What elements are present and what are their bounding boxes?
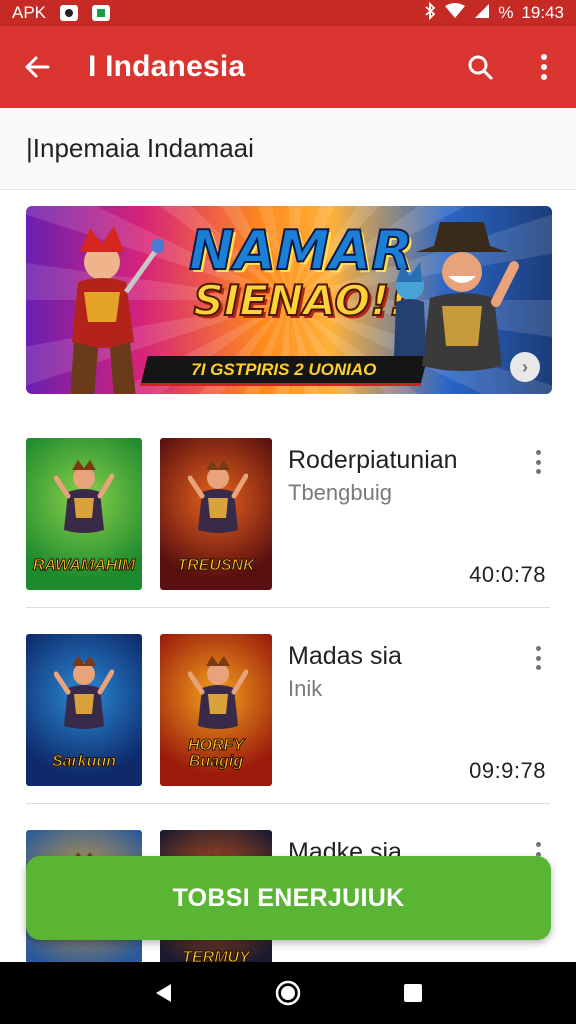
nav-home-icon	[275, 980, 301, 1006]
wifi-icon	[444, 2, 466, 24]
thumbnail-caption: TREUSNK	[177, 557, 255, 574]
search-icon	[468, 55, 493, 80]
banner-hero-right	[394, 222, 519, 371]
more-vert-icon	[541, 54, 547, 80]
banner-headline-1: NAMAR	[188, 219, 414, 282]
list-item[interactable]: RAWAMAHIM TREUSNK Roderpiatunian Tbengbuig 4…	[0, 412, 576, 608]
arrow-left-icon	[25, 56, 50, 78]
thumbnail-secondary[interactable]: HORFY Buagig	[160, 634, 272, 786]
carrier-label: APK	[12, 3, 47, 22]
item-subtitle: Tbengbuig	[288, 480, 392, 505]
item-title: Madas sia	[288, 642, 402, 670]
more-vert-icon[interactable]	[526, 644, 550, 672]
item-duration: 40:0:78	[469, 562, 546, 587]
character-art	[188, 656, 248, 729]
battery-label: %	[498, 3, 514, 22]
nav-recents-button[interactable]	[393, 973, 433, 1013]
bluetooth-icon	[424, 1, 436, 25]
item-duration: 09:9:78	[469, 758, 546, 783]
more-vert-icon[interactable]	[526, 448, 550, 476]
app-bar: I Indanesia	[0, 26, 576, 108]
signal-icon	[474, 3, 490, 24]
overflow-menu-button[interactable]	[512, 26, 576, 108]
featured-banner[interactable]: NAMAR SIENAO!! 7I GSTPIRIS 2 UONIAO ›	[26, 206, 552, 394]
nav-back-button[interactable]	[143, 973, 183, 1013]
banner-headline-2: SIENAO!!	[193, 276, 410, 325]
notification-icon	[60, 5, 79, 21]
thumbnail-secondary[interactable]: TREUSNK	[160, 438, 272, 590]
nav-back-icon	[155, 984, 171, 1002]
primary-cta-button[interactable]: TOBSI ENERJUIUK	[26, 856, 551, 940]
app-notification-icon	[92, 5, 111, 21]
item-title: Roderpiatunian	[288, 446, 458, 474]
banner-next-button[interactable]: ›	[510, 352, 540, 382]
list-item[interactable]: Sarkuun HORFY Buagig Madas sia Inik 09:9:78	[0, 608, 576, 804]
system-nav-bar	[0, 962, 576, 1024]
search-button[interactable]	[448, 26, 512, 108]
nav-recents-icon	[404, 984, 423, 1002]
item-subtitle: Inik	[288, 676, 323, 701]
character-art	[54, 460, 114, 533]
thumbnail-caption: RAWAMAHIM	[32, 557, 136, 574]
character-art	[188, 460, 248, 533]
thumbnail-caption: Sarkuun	[51, 753, 116, 770]
thumbnail-caption: HORFY Buagig	[188, 737, 245, 770]
page-title: I Indanesia	[88, 50, 246, 83]
clock: 19:43	[521, 3, 564, 22]
character-art	[54, 656, 114, 729]
thumbnail-primary[interactable]: RAWAMAHIM	[26, 438, 142, 590]
status-bar: APK % 19:43	[0, 0, 576, 26]
back-button[interactable]	[0, 26, 74, 108]
banner-headline: NAMAR SIENAO!!	[176, 219, 426, 325]
banner-ribbon: 7I GSTPIRIS 2 UONIAO	[140, 356, 428, 386]
thumbnail-primary[interactable]: Sarkuun	[26, 634, 142, 786]
nav-home-button[interactable]	[268, 973, 308, 1013]
section-title: |Inpemaia Indamaai	[0, 108, 576, 190]
